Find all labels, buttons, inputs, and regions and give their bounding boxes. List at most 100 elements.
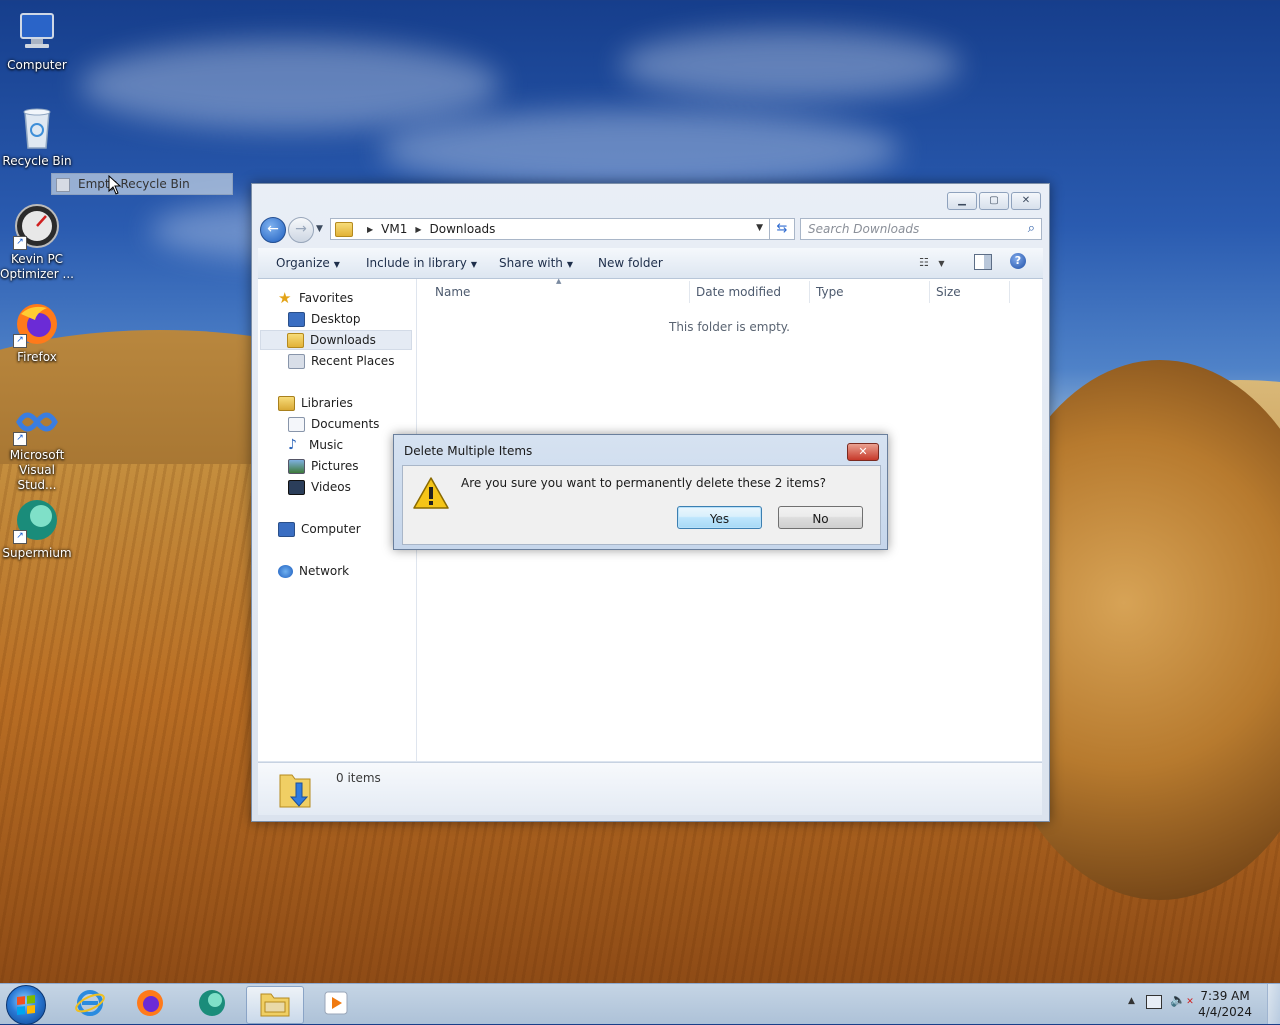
navigation-bar: ← → ▼ ▶ VM1 ▶ Downloads ▼ ⇆ Search Downl… (260, 216, 1042, 243)
libraries-icon (278, 395, 295, 411)
start-button[interactable] (6, 985, 46, 1025)
nav-recent-places[interactable]: Recent Places (288, 351, 394, 371)
help-icon[interactable]: ? (1010, 253, 1026, 269)
taskbar-media-player[interactable] (308, 986, 364, 1022)
dialog-close-button[interactable]: ✕ (847, 443, 879, 461)
breadcrumb-separator-icon[interactable]: ▶ (367, 225, 373, 234)
nav-pictures[interactable]: Pictures (288, 456, 359, 476)
desktop-icon-firefox[interactable]: ↗ Firefox (0, 300, 76, 364)
star-icon: ★ (278, 288, 292, 307)
nav-favorites[interactable]: ★ Favorites (278, 288, 353, 308)
yes-button[interactable]: Yes (677, 506, 762, 529)
organize-menu[interactable]: Organize ▼ (276, 256, 340, 270)
chevron-down-icon: ▼ (333, 260, 340, 269)
clock[interactable]: 7:39 AM 4/4/2024 (1198, 988, 1252, 1020)
nav-documents[interactable]: Documents (288, 414, 379, 434)
show-hidden-icons-icon[interactable]: ▲ (1128, 996, 1135, 1006)
supermium-icon (197, 988, 227, 1021)
clock-time: 7:39 AM (1200, 989, 1250, 1003)
chevron-down-icon: ▼ (566, 260, 574, 269)
desktop-icon-computer[interactable]: Computer (0, 8, 76, 72)
recent-pages-dropdown-icon[interactable]: ▼ (316, 224, 323, 234)
recent-places-icon (288, 353, 305, 369)
gauge-icon: ↗ (13, 202, 61, 250)
search-input[interactable]: Search Downloads ⌕ (800, 218, 1042, 240)
folder-icon (259, 990, 291, 1021)
breadcrumb-separator-icon[interactable]: ▶ (415, 225, 421, 234)
item-count: 0 items (336, 771, 381, 785)
nav-network[interactable]: Network (278, 561, 349, 581)
volume-muted-icon[interactable]: 🔈✕ (1170, 993, 1194, 1008)
include-in-library-menu[interactable]: Include in library ▼ (366, 256, 477, 270)
nav-downloads[interactable]: Downloads (260, 330, 412, 350)
command-bar: Organize ▼ Include in library ▼ Share with… (258, 248, 1043, 279)
nav-computer[interactable]: Computer (278, 519, 361, 539)
downloads-folder-icon (287, 332, 304, 348)
column-divider[interactable] (809, 281, 810, 303)
desktop-icon-label: Supermium (2, 546, 72, 560)
taskbar-internet-explorer[interactable] (62, 986, 118, 1022)
network-status-icon[interactable] (1146, 995, 1162, 1009)
search-icon[interactable]: ⌕ (1028, 221, 1035, 236)
pictures-icon (288, 458, 305, 474)
delete-multiple-items-dialog: Delete Multiple Items ✕ Are you sure you… (393, 434, 888, 550)
taskbar-supermium[interactable] (184, 986, 240, 1022)
breadcrumb-vm1[interactable]: VM1 (381, 222, 407, 236)
shortcut-arrow-icon: ↗ (13, 432, 27, 446)
downloads-folder-large-icon (278, 769, 312, 809)
preview-pane-icon[interactable] (974, 254, 992, 270)
column-header-date-modified[interactable]: Date modified (696, 285, 781, 299)
shortcut-arrow-icon: ↗ (13, 334, 27, 348)
warning-icon (413, 476, 449, 510)
nav-music[interactable]: ♪ Music (288, 435, 343, 455)
shortcut-arrow-icon: ↗ (13, 236, 27, 250)
back-button[interactable]: ← (260, 217, 286, 243)
column-header-size[interactable]: Size (936, 285, 961, 299)
column-divider[interactable] (929, 281, 930, 303)
details-pane: 0 items (258, 762, 1042, 815)
maximize-button[interactable]: ▢ (979, 192, 1009, 210)
breadcrumb-downloads[interactable]: Downloads (430, 222, 496, 236)
shortcut-arrow-icon: ↗ (13, 530, 27, 544)
documents-icon (288, 416, 305, 432)
nav-desktop[interactable]: Desktop (288, 309, 361, 329)
mouse-cursor-icon (108, 174, 122, 198)
taskbar-windows-explorer[interactable] (246, 986, 304, 1024)
nav-videos[interactable]: Videos (288, 477, 351, 497)
column-divider[interactable] (1009, 281, 1010, 303)
desktop-icon-label: Firefox (17, 350, 57, 364)
address-history-dropdown-icon[interactable]: ▼ (756, 223, 763, 233)
folder-icon (335, 221, 353, 237)
computer-icon (13, 8, 61, 56)
column-header-type[interactable]: Type (816, 285, 844, 299)
desktop-icon-label: Microsoft Visual Stud... (9, 448, 65, 492)
close-button[interactable]: ✕ (1011, 192, 1041, 210)
desktop-icon-visual-studio[interactable]: ↗ Microsoft Visual Stud... (0, 398, 76, 493)
column-header-name[interactable]: Name (435, 285, 470, 299)
new-folder-button[interactable]: New folder (598, 256, 663, 270)
minimize-button[interactable]: ▁ (947, 192, 977, 210)
forward-button[interactable]: → (288, 217, 314, 243)
drag-label-empty-recycle-bin: Empty Recycle Bin (51, 173, 233, 195)
media-player-icon (322, 989, 350, 1020)
show-desktop-button[interactable] (1267, 984, 1280, 1024)
desktop-icon-kevin-pc-optimizer[interactable]: ↗ Kevin PC Optimizer ... (0, 202, 76, 282)
share-with-menu[interactable]: Share with ▼ (499, 256, 573, 270)
internet-explorer-icon (75, 988, 105, 1021)
desktop-icon-label: Kevin PC Optimizer ... (0, 252, 74, 281)
nav-libraries[interactable]: Libraries (278, 393, 353, 413)
firefox-icon (135, 988, 165, 1021)
column-divider[interactable] (689, 281, 690, 303)
no-button[interactable]: No (778, 506, 863, 529)
address-bar[interactable]: ▶ VM1 ▶ Downloads ▼ (330, 218, 770, 240)
dialog-title: Delete Multiple Items (404, 444, 533, 458)
change-view-button[interactable]: ☷ ▼ (919, 256, 945, 269)
desktop-icon-recycle-bin[interactable]: Recycle Bin (0, 104, 76, 168)
network-icon (278, 564, 293, 578)
taskbar-firefox[interactable] (122, 986, 178, 1022)
desktop-icon-supermium[interactable]: ↗ Supermium (0, 496, 76, 560)
refresh-button[interactable]: ⇆ (769, 218, 795, 240)
recycle-bin-icon (13, 104, 61, 152)
videos-icon (288, 479, 305, 495)
visual-studio-icon: ↗ (13, 398, 61, 446)
